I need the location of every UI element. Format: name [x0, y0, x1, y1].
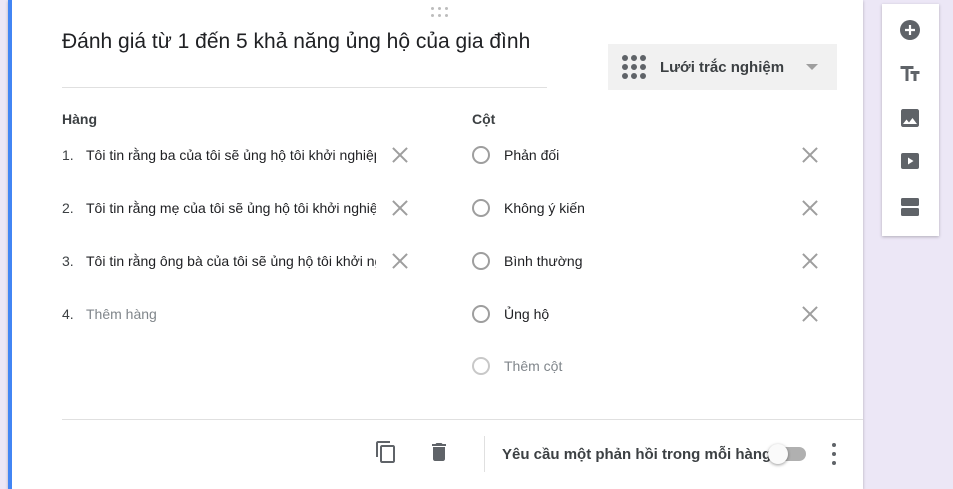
duplicate-icon[interactable]: [374, 440, 398, 464]
row-number: 2.: [62, 200, 74, 216]
row-number: 3.: [62, 253, 74, 269]
add-question-icon[interactable]: [898, 18, 922, 42]
row-number: 4.: [62, 306, 74, 322]
question-type-label: Lưới trắc nghiệm: [660, 58, 785, 76]
column-text-input[interactable]: Không ý kiến: [504, 200, 585, 216]
column-text-input[interactable]: Phản đối: [504, 147, 559, 163]
column-item: Ủng hộ: [472, 303, 549, 325]
rows-header: Hàng: [62, 111, 97, 127]
row-item: 2. Tôi tin rằng mẹ của tôi sẽ ủng hộ tôi…: [62, 197, 376, 219]
remove-row-button[interactable]: [392, 200, 408, 216]
column-item: Phản đối: [472, 144, 559, 166]
row-item: 1. Tôi tin rằng ba của tôi sẽ ủng hộ tôi…: [62, 144, 376, 166]
add-title-icon[interactable]: [898, 62, 922, 86]
radio-circle-icon: [472, 357, 490, 375]
radio-circle-icon: [472, 305, 490, 323]
column-item: Bình thường: [472, 250, 583, 272]
grid-dots-icon: [622, 55, 646, 79]
remove-column-button[interactable]: [802, 200, 818, 216]
add-column-item: Thêm cột: [472, 355, 562, 377]
add-row-input[interactable]: Thêm hàng: [86, 306, 376, 322]
add-video-icon[interactable]: [898, 149, 922, 173]
dropdown-arrow-icon: [806, 64, 818, 70]
column-item: Không ý kiến: [472, 197, 585, 219]
row-text-input[interactable]: Tôi tin rằng mẹ của tôi sẽ ủng hộ tôi kh…: [86, 200, 376, 216]
delete-icon[interactable]: [427, 440, 451, 464]
radio-circle-icon: [472, 199, 490, 217]
add-column-input[interactable]: Thêm cột: [504, 358, 562, 374]
toggle-knob: [768, 444, 788, 464]
question-type-dropdown[interactable]: Lưới trắc nghiệm: [608, 44, 837, 90]
row-text-input[interactable]: Tôi tin rằng ông bà của tôi sẽ ủng hộ tô…: [86, 253, 376, 269]
column-text-input[interactable]: Bình thường: [504, 253, 583, 269]
more-options-icon[interactable]: [830, 443, 838, 465]
required-toggle[interactable]: [768, 444, 806, 464]
radio-circle-icon: [472, 252, 490, 270]
remove-row-button[interactable]: [392, 147, 408, 163]
footer-separator: [484, 436, 485, 472]
columns-header: Cột: [472, 111, 496, 127]
radio-circle-icon: [472, 146, 490, 164]
remove-column-button[interactable]: [802, 253, 818, 269]
card-accent-bar: [8, 0, 12, 489]
drag-handle-icon[interactable]: [431, 7, 449, 19]
question-card: Đánh giá từ 1 đến 5 khả năng ủng hộ của …: [8, 0, 863, 489]
remove-row-button[interactable]: [392, 253, 408, 269]
remove-column-button[interactable]: [802, 147, 818, 163]
add-row-item: 4. Thêm hàng: [62, 303, 376, 325]
question-title[interactable]: Đánh giá từ 1 đến 5 khả năng ủng hộ của …: [62, 30, 530, 54]
title-underline: [62, 87, 547, 88]
row-number: 1.: [62, 147, 74, 163]
row-text-input[interactable]: Tôi tin rằng ba của tôi sẽ ủng hộ tôi kh…: [86, 147, 376, 163]
remove-column-button[interactable]: [802, 306, 818, 322]
add-section-icon[interactable]: [898, 195, 922, 219]
footer-divider: [62, 419, 863, 420]
row-item: 3. Tôi tin rằng ông bà của tôi sẽ ủng hộ…: [62, 250, 376, 272]
side-toolbar: [882, 4, 939, 236]
required-label: Yêu cầu một phản hồi trong mỗi hàng: [502, 446, 772, 463]
column-text-input[interactable]: Ủng hộ: [504, 306, 549, 322]
add-image-icon[interactable]: [898, 106, 922, 130]
